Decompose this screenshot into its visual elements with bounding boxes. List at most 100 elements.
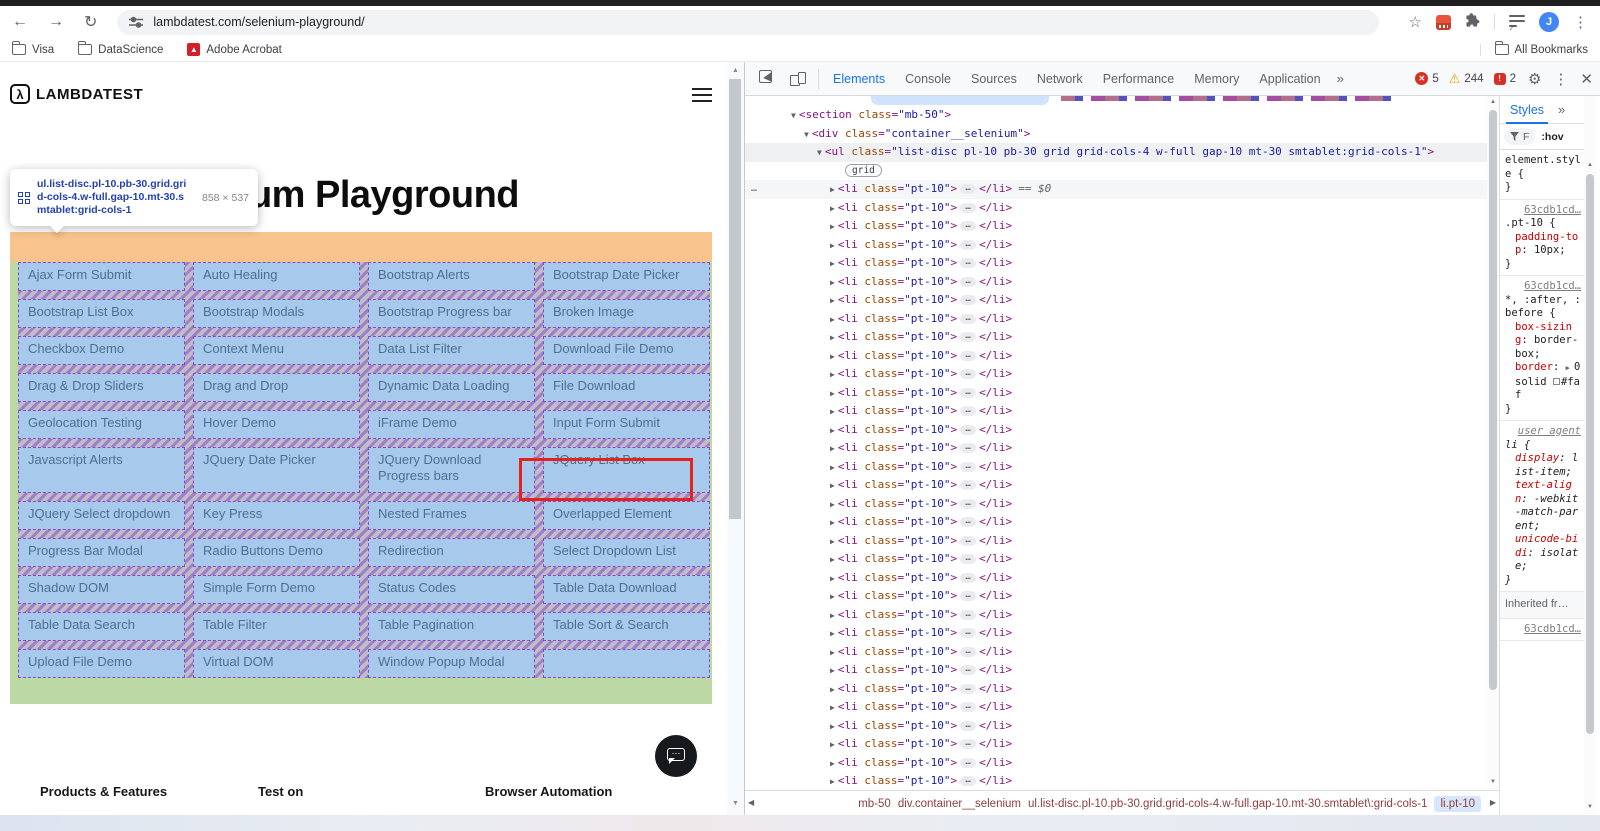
expand-arrow-icon[interactable]: ▶ bbox=[830, 241, 835, 250]
breadcrumb-scroll-right-icon[interactable]: ▶ bbox=[1490, 798, 1496, 807]
css-property[interactable]: box-sizing: border-box; bbox=[1505, 321, 1581, 362]
tree-node-li[interactable]: ▶ <li class="pt-10">… </li> bbox=[745, 513, 1487, 532]
tree-node-li[interactable]: ▶ <li class="pt-10">… </li> bbox=[745, 273, 1487, 292]
css-property[interactable]: display: list-item; bbox=[1505, 452, 1581, 479]
expand-children-icon[interactable]: … bbox=[960, 757, 977, 768]
tree-node-li[interactable]: ▶ <li class="pt-10">… </li> bbox=[745, 754, 1487, 773]
tree-scrollbar-thumb[interactable] bbox=[1489, 110, 1497, 690]
playground-link[interactable]: Overlapped Element bbox=[543, 501, 710, 530]
expand-children-icon[interactable]: … bbox=[960, 239, 977, 250]
tree-node-li[interactable]: ▶ <li class="pt-10">… </li> bbox=[745, 476, 1487, 495]
css-property[interactable]: padding-top: 10px; bbox=[1505, 231, 1581, 258]
playground-link[interactable]: Data List Filter bbox=[368, 336, 535, 365]
expand-children-icon[interactable]: … bbox=[960, 369, 977, 379]
expand-arrow-icon[interactable]: ▶ bbox=[830, 722, 835, 731]
tree-node-li[interactable]: ▶ <li class="pt-10">… </li> bbox=[745, 254, 1487, 273]
tree-node-li[interactable]: ▶ <li class="pt-10">… </li> bbox=[745, 495, 1487, 514]
expand-children-icon[interactable]: … bbox=[960, 461, 977, 472]
expand-arrow-icon[interactable]: ▶ bbox=[1566, 364, 1574, 372]
tree-node-li[interactable]: ▶ <li class="pt-10">… </li> bbox=[745, 735, 1487, 754]
playground-link[interactable]: Ajax Form Submit bbox=[18, 262, 185, 291]
tab-memory[interactable]: Memory bbox=[1184, 64, 1249, 94]
playground-link[interactable]: Checkbox Demo bbox=[18, 336, 185, 365]
tab-sources[interactable]: Sources bbox=[961, 64, 1027, 94]
toggle-hover-state-button[interactable]: :hov bbox=[1541, 131, 1563, 143]
playground-link[interactable]: Bootstrap Alerts bbox=[368, 262, 535, 291]
grid-badge[interactable]: grid bbox=[845, 164, 882, 177]
expand-children-icon[interactable]: … bbox=[960, 776, 977, 786]
expand-arrow-icon[interactable]: ▼ bbox=[791, 111, 796, 120]
stylesheet-link[interactable]: 63cdb1cd… bbox=[1505, 623, 1581, 637]
playground-link[interactable]: Drag and Drop bbox=[193, 373, 360, 402]
playground-link[interactable]: Table Data Download bbox=[543, 575, 710, 604]
breadcrumb-item[interactable]: ul.list-disc.pl-10.pb-30.grid.grid-cols-… bbox=[1028, 798, 1427, 810]
tree-node-section[interactable]: ▼ <section class="mb-50"> bbox=[745, 106, 1487, 125]
console-warnings-badge[interactable]: ⚠ 244 bbox=[1449, 71, 1484, 87]
devtools-close-icon[interactable]: ✕ bbox=[1580, 70, 1593, 88]
playground-link[interactable]: File Download bbox=[543, 373, 710, 402]
tab-application[interactable]: Application bbox=[1249, 64, 1330, 94]
expand-arrow-icon[interactable]: ▶ bbox=[830, 352, 835, 361]
expand-arrow-icon[interactable]: ▶ bbox=[830, 481, 835, 490]
breadcrumb-item[interactable]: mb-50 bbox=[858, 798, 891, 810]
stylesheet-link[interactable]: user agent bbox=[1505, 425, 1581, 439]
expand-children-icon[interactable]: … bbox=[960, 517, 977, 527]
expand-children-icon[interactable]: … bbox=[960, 739, 977, 749]
expand-children-icon[interactable]: … bbox=[960, 535, 977, 546]
tree-node-li[interactable]: ▶ <li class="pt-10">… </li> bbox=[745, 532, 1487, 551]
css-property[interactable]: unicode-bidi: isolate; bbox=[1505, 533, 1581, 574]
extension-icon[interactable] bbox=[1436, 14, 1451, 30]
playground-link[interactable]: Hover Demo bbox=[193, 410, 360, 439]
expand-arrow-icon[interactable]: ▶ bbox=[830, 389, 835, 398]
menu-dots-icon[interactable]: ⋮ bbox=[1573, 13, 1588, 31]
expand-arrow-icon[interactable]: ▶ bbox=[830, 222, 835, 231]
playground-link[interactable]: Radio Buttons Demo bbox=[193, 538, 360, 567]
expand-children-icon[interactable]: … bbox=[960, 221, 977, 231]
expand-arrow-icon[interactable]: ▶ bbox=[830, 648, 835, 657]
css-property[interactable]: text-align: -webkit-match-parent; bbox=[1505, 479, 1581, 533]
devtools-menu-icon[interactable]: ⋮ bbox=[1553, 70, 1568, 88]
playground-link[interactable]: Auto Healing bbox=[193, 262, 360, 291]
console-errors-badge[interactable]: ✕ 5 bbox=[1415, 72, 1439, 85]
bookmark-star-icon[interactable]: ☆ bbox=[1409, 13, 1422, 31]
playground-link[interactable]: Redirection bbox=[368, 538, 535, 567]
expand-arrow-icon[interactable]: ▶ bbox=[830, 315, 835, 324]
styles-scrollbar-thumb[interactable] bbox=[1586, 174, 1594, 734]
expand-children-icon[interactable]: … bbox=[960, 554, 977, 564]
stylesheet-link[interactable]: 63cdb1cd… bbox=[1505, 204, 1581, 218]
devtools-settings-icon[interactable]: ⚙ bbox=[1528, 70, 1541, 88]
expand-children-icon[interactable]: … bbox=[960, 184, 977, 194]
playground-link[interactable]: JQuery Date Picker bbox=[193, 447, 360, 493]
tree-node-li[interactable]: ▶ <li class="pt-10">… </li> bbox=[745, 402, 1487, 421]
back-icon[interactable]: ← bbox=[12, 13, 28, 31]
playground-link[interactable]: Table Data Search bbox=[18, 612, 185, 641]
expand-arrow-icon[interactable]: ▶ bbox=[830, 296, 835, 305]
all-bookmarks[interactable]: All Bookmarks bbox=[1479, 41, 1588, 56]
playground-link[interactable]: Javascript Alerts bbox=[18, 447, 185, 493]
extensions-puzzle-icon[interactable] bbox=[1465, 12, 1480, 32]
expand-children-icon[interactable]: … bbox=[960, 332, 977, 342]
expand-children-icon[interactable]: … bbox=[960, 646, 977, 657]
expand-arrow-icon[interactable]: ▶ bbox=[830, 703, 835, 712]
expand-children-icon[interactable]: … bbox=[960, 295, 977, 305]
playground-link[interactable]: JQuery Select dropdown bbox=[18, 501, 185, 530]
playground-link[interactable]: Shadow DOM bbox=[18, 575, 185, 604]
tree-node-li[interactable]: ▶ <li class="pt-10">… </li> bbox=[745, 606, 1487, 625]
expand-children-icon[interactable]: … bbox=[960, 498, 977, 509]
expand-children-icon[interactable]: … bbox=[960, 628, 977, 638]
expand-children-icon[interactable]: … bbox=[960, 480, 977, 490]
expand-arrow-icon[interactable]: ▶ bbox=[830, 278, 835, 287]
tree-node-li[interactable]: ▶ <li class="pt-10">… </li> bbox=[745, 698, 1487, 717]
playground-link[interactable]: Dynamic Data Loading bbox=[368, 373, 535, 402]
expand-arrow-icon[interactable]: ▶ bbox=[830, 574, 835, 583]
expand-children-icon[interactable]: … bbox=[960, 572, 977, 583]
stylesheet-link[interactable]: 63cdb1cd… bbox=[1505, 280, 1581, 294]
tree-node-div[interactable]: ▼ <div class="container__selenium"> bbox=[745, 125, 1487, 144]
expand-arrow-icon[interactable]: ▶ bbox=[830, 333, 835, 342]
expand-children-icon[interactable]: … bbox=[960, 443, 977, 453]
breadcrumb-item[interactable]: li.pt-10 bbox=[1434, 795, 1481, 812]
expand-arrow-icon[interactable]: ▶ bbox=[830, 444, 835, 453]
forward-icon[interactable]: → bbox=[48, 13, 64, 31]
expand-children-icon[interactable]: … bbox=[960, 276, 977, 287]
playground-link[interactable]: Drag & Drop Sliders bbox=[18, 373, 185, 402]
